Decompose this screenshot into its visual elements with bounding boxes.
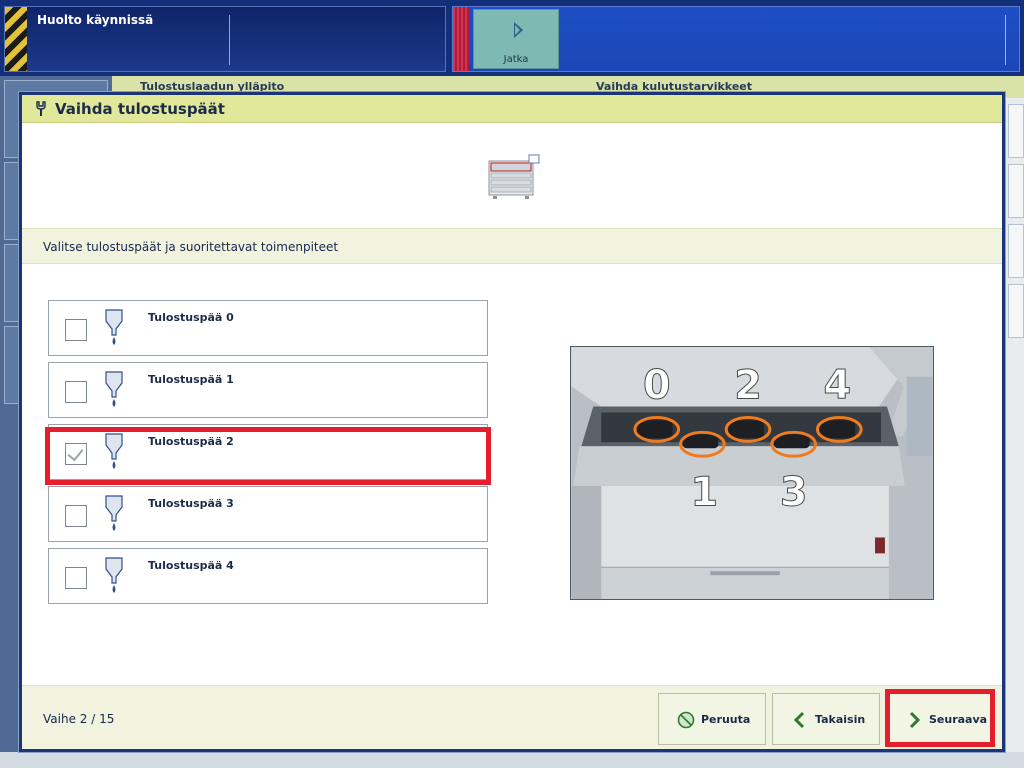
maintenance-status-panel: Huolto käynnissä [4, 6, 446, 72]
instruction-bar: Valitse tulostuspäät ja suoritettavat to… [22, 228, 1002, 264]
photo-label-3: 3 [780, 470, 808, 516]
back-label: Takaisin [815, 713, 866, 726]
play-icon [514, 22, 523, 38]
step-indicator: Vaihe 2 / 15 [43, 712, 115, 726]
dialog-header: Vaihda tulostuspäät [22, 95, 1002, 123]
background-right-panel [1004, 98, 1024, 768]
photo-label-0: 0 [643, 363, 671, 409]
printhead-3-checkbox[interactable] [65, 505, 87, 527]
next-button-highlight [885, 689, 995, 747]
printhead-item-1[interactable]: Tulostuspää 1 [48, 362, 488, 418]
background-cell [1008, 104, 1024, 158]
continue-button[interactable]: Jatka [473, 9, 559, 69]
cancel-icon [677, 711, 695, 729]
job-panel: Jatka [452, 6, 1020, 72]
printhead-4-checkbox[interactable] [65, 567, 87, 589]
printer-photo: 0 2 4 1 3 [570, 346, 934, 600]
divider [229, 15, 230, 65]
printhead-label: Tulostuspää 4 [148, 559, 234, 572]
wrench-icon [36, 101, 46, 116]
printhead-item-0[interactable]: Tulostuspää 0 [48, 300, 488, 356]
continue-label: Jatka [503, 54, 529, 65]
printhead-label: Tulostuspää 0 [148, 311, 234, 324]
replace-printheads-dialog: Vaihda tulostuspäät Valitse tulostuspäät… [19, 92, 1005, 752]
printhead-item-3[interactable]: Tulostuspää 3 [48, 486, 488, 542]
photo-label-2: 2 [734, 363, 762, 409]
cancel-label: Peruuta [701, 713, 751, 726]
selection-highlight [45, 427, 491, 485]
printer-icon [488, 154, 540, 199]
printhead-icon [105, 495, 123, 531]
cancel-button[interactable]: Peruuta [658, 693, 766, 745]
printhead-label: Tulostuspää 3 [148, 497, 234, 510]
background-cell [1008, 284, 1024, 338]
top-status-bar: Huolto käynnissä Jatka [0, 0, 1024, 76]
back-button[interactable]: Takaisin [772, 693, 880, 745]
dialog-title: Vaihda tulostuspäät [55, 100, 225, 118]
printhead-0-checkbox[interactable] [65, 319, 87, 341]
printhead-icon [105, 557, 123, 593]
printhead-icon [105, 371, 123, 407]
printhead-label: Tulostuspää 1 [148, 373, 234, 386]
dialog-footer: Vaihe 2 / 15 Peruuta Takaisin Seuraava [22, 685, 1002, 749]
photo-label-1: 1 [691, 470, 719, 516]
job-status-indicator [453, 7, 469, 71]
printhead-icon [105, 309, 123, 345]
printhead-1-checkbox[interactable] [65, 381, 87, 403]
photo-label-4: 4 [824, 363, 852, 409]
background-footer [0, 752, 1024, 768]
maintenance-stripe-icon [5, 7, 27, 71]
instruction-text: Valitse tulostuspäät ja suoritettavat to… [43, 240, 339, 254]
printhead-item-4[interactable]: Tulostuspää 4 [48, 548, 488, 604]
divider [1005, 15, 1006, 65]
status-title: Huolto käynnissä [37, 13, 154, 27]
background-cell [1008, 224, 1024, 278]
chevron-left-icon [793, 711, 805, 729]
background-cell [1008, 164, 1024, 218]
